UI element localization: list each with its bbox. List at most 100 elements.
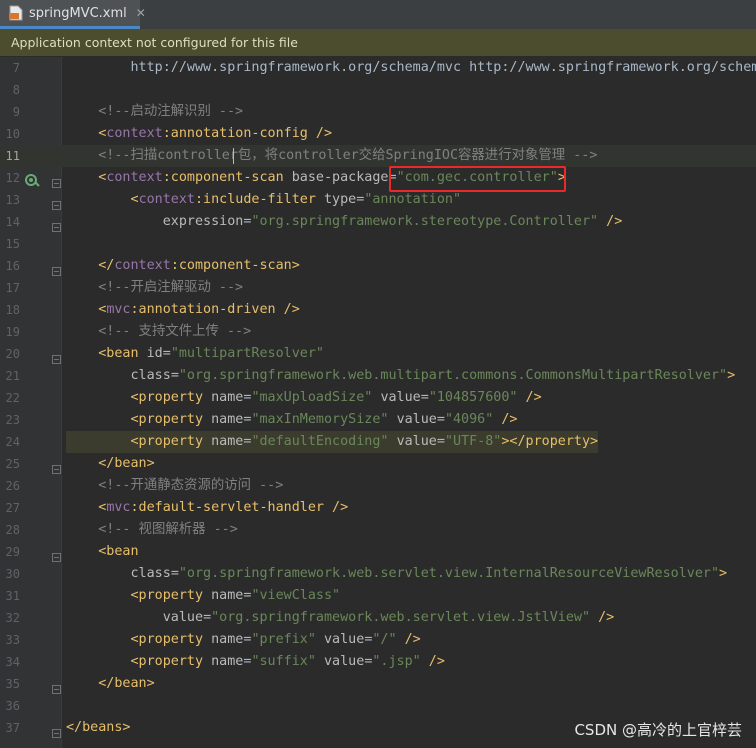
code-token: /> — [598, 214, 623, 229]
code-text: <mvc:default-servlet-handler /> — [66, 497, 348, 519]
code-line[interactable]: 7 http://www.springframework.org/schema/… — [0, 57, 756, 79]
code-line[interactable]: 20 <bean id="multipartResolver" — [0, 343, 756, 365]
code-line[interactable]: 8 — [0, 79, 756, 101]
code-line[interactable]: 31 <property name="viewClass" — [0, 585, 756, 607]
code-token: </ — [98, 258, 115, 273]
code-text: <!-- 视图解析器 --> — [66, 519, 238, 541]
code-token: value — [396, 434, 437, 449]
code-token: "4096" — [444, 412, 494, 427]
fold-marker-icon[interactable] — [52, 173, 61, 188]
line-number: 18 — [5, 303, 20, 317]
line-number: 19 — [5, 325, 20, 339]
code-token: <property — [130, 390, 212, 405]
xml-file-icon — [9, 5, 23, 21]
code-token: "suffix" — [251, 654, 316, 669]
fold-marker-icon[interactable] — [52, 547, 61, 562]
code-text: class="org.springframework.web.servlet.v… — [66, 563, 728, 585]
line-number: 32 — [5, 611, 20, 625]
code-line[interactable]: 16 </context:component-scan> — [0, 255, 756, 277]
code-token: /> — [590, 610, 615, 625]
code-line[interactable]: 30 class="org.springframework.web.servle… — [0, 563, 756, 585]
code-token: value — [396, 412, 437, 427]
code-line[interactable]: 29 <bean — [0, 541, 756, 563]
code-text: <!-- 支持文件上传 --> — [66, 321, 251, 343]
spring-bean-gutter-icon[interactable] — [25, 173, 40, 188]
code-token: <!--启动注解识别 --> — [98, 104, 244, 119]
fold-marker-icon[interactable] — [52, 679, 61, 694]
fold-marker-icon[interactable] — [52, 261, 61, 276]
code-line[interactable]: 15 — [0, 233, 756, 255]
code-token: class — [130, 368, 171, 383]
code-text: expression="org.springframework.stereoty… — [66, 211, 623, 233]
code-token: name — [211, 412, 244, 427]
code-token: "maxInMemorySize" — [251, 412, 389, 427]
code-token: :default-servlet-handler /> — [130, 500, 349, 515]
code-line[interactable]: 22 <property name="maxUploadSize" value=… — [0, 387, 756, 409]
code-line[interactable]: 19 <!-- 支持文件上传 --> — [0, 321, 756, 343]
code-token: "org.springframework.web.servlet.view.In… — [178, 566, 720, 581]
close-icon[interactable]: ✕ — [136, 6, 146, 20]
line-number: 26 — [5, 479, 20, 493]
fold-marker-icon[interactable] — [52, 217, 61, 232]
tab-springmvc-xml[interactable]: springMVC.xml ✕ — [0, 0, 146, 29]
code-token: = — [203, 610, 212, 625]
code-line[interactable]: 14 expression="org.springframework.stere… — [0, 211, 756, 233]
line-number: 31 — [5, 589, 20, 603]
code-token: value — [162, 610, 204, 625]
line-number: 12 — [5, 171, 20, 185]
code-line[interactable]: 26 <!--开通静态资源的访问 --> — [0, 475, 756, 497]
code-line[interactable]: 12 <context:component-scan base-package=… — [0, 167, 756, 189]
fold-marker-icon[interactable] — [52, 723, 61, 738]
code-line[interactable]: 35 </bean> — [0, 673, 756, 695]
code-line[interactable]: 21 class="org.springframework.web.multip… — [0, 365, 756, 387]
code-token: </bean> — [98, 676, 155, 691]
line-number: 14 — [5, 215, 20, 229]
code-line[interactable]: 23 <property name = "maxInMemorySize" valu… — [0, 409, 756, 431]
fold-marker-icon[interactable] — [52, 349, 61, 364]
code-line[interactable]: 9 <!--启动注解识别 --> — [0, 101, 756, 123]
code-line[interactable]: 34 <property name="suffix" value=".jsp" … — [0, 651, 756, 673]
fold-marker-icon[interactable] — [52, 459, 61, 474]
code-token: "maxUploadSize" — [251, 390, 373, 405]
code-token: context — [114, 258, 171, 273]
code-text: <property name="maxInMemorySize" value="… — [66, 409, 518, 431]
code-line[interactable]: 10 <context:annotation-config /> — [0, 123, 756, 145]
code-editor[interactable]: 7 http://www.springframework.org/schema/… — [0, 57, 756, 748]
code-token: name — [211, 632, 244, 647]
code-line[interactable]: 27 <mvc:default-servlet-handler /> — [0, 497, 756, 519]
code-line[interactable]: 17 <!--开启注解驱动 --> — [0, 277, 756, 299]
watermark: CSDN @高冷的上官梓芸 — [574, 721, 742, 739]
code-token: "multipartResolver" — [170, 346, 324, 361]
code-text: http://www.springframework.org/schema/mv… — [66, 57, 756, 79]
line-number: 8 — [12, 83, 20, 97]
code-token: context — [106, 170, 163, 185]
code-line[interactable]: 32 value="org.springframework.web.servle… — [0, 607, 756, 629]
line-number: 28 — [5, 523, 20, 537]
code-line[interactable]: 36 — [0, 695, 756, 717]
code-token: value — [380, 390, 421, 405]
code-token: name — [211, 654, 244, 669]
line-number: 20 — [5, 347, 20, 361]
text-caret — [233, 148, 234, 164]
fold-marker-icon[interactable] — [52, 195, 61, 210]
code-line[interactable]: 28 <!-- 视图解析器 --> — [0, 519, 756, 541]
code-line[interactable]: 11 <!--扫描controller包，将controller交给Spring… — [0, 145, 756, 167]
code-line[interactable]: 25 </bean> — [0, 453, 756, 475]
code-line[interactable]: 13 <context:include-filter type="annotat… — [0, 189, 756, 211]
code-token: value — [324, 632, 365, 647]
code-line[interactable]: 18 <mvc:annotation-driven /> — [0, 299, 756, 321]
code-line[interactable]: 24 <property name = "defaultEncoding" valu… — [0, 431, 756, 453]
line-number: 11 — [5, 149, 20, 163]
code-line[interactable]: 33 <property name="prefix" value="/" /> — [0, 629, 756, 651]
code-token: id — [146, 346, 163, 361]
line-number: 25 — [5, 457, 20, 471]
